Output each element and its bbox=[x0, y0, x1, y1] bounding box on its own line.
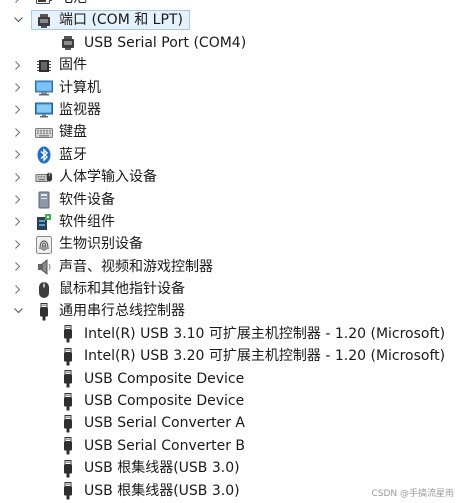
tree-category-item[interactable]: 端口 (COM 和 LPT) bbox=[0, 9, 458, 31]
usb-plug-icon bbox=[59, 325, 77, 343]
usb-plug-icon bbox=[59, 459, 77, 478]
hid-icon bbox=[35, 169, 53, 186]
fingerprint-icon bbox=[35, 235, 53, 254]
chevron-right-icon[interactable] bbox=[11, 166, 25, 188]
port-icon bbox=[35, 12, 53, 29]
tree-item-label: USB Serial Converter A bbox=[84, 415, 246, 432]
monitor-icon bbox=[35, 102, 53, 119]
chevron-right-icon[interactable] bbox=[11, 144, 25, 166]
tree-item-label: 软件设备 bbox=[59, 191, 115, 208]
tree-item-label: USB Composite Device bbox=[84, 370, 245, 387]
tree-item-label: USB 根集线器(USB 3.0) bbox=[84, 482, 240, 499]
tree-item-label: 固件 bbox=[59, 57, 87, 74]
tree-item-label: 声音、视频和游戏控制器 bbox=[59, 258, 213, 275]
tree-item-label: USB 根集线器(USB 3.0) bbox=[84, 460, 240, 477]
usb-plug-icon bbox=[59, 414, 77, 433]
tree-category-item[interactable]: 软件设备 bbox=[0, 189, 458, 211]
usb-plug-icon bbox=[59, 347, 77, 366]
device-tree: 电池端口 (COM 和 LPT) USB Serial Port (COM4) 固件… bbox=[0, 0, 458, 502]
tree-item-label: 端口 (COM 和 LPT) bbox=[59, 12, 183, 29]
tree-item-label: USB Serial Converter B bbox=[84, 437, 246, 454]
chevron-right-icon[interactable] bbox=[11, 77, 25, 99]
usb-plug-icon bbox=[35, 302, 53, 321]
tree-category-item[interactable]: 人体学输入设备 bbox=[0, 166, 458, 188]
tree-category-item[interactable]: 监视器 bbox=[0, 99, 458, 121]
tree-category-item[interactable]: 电池 bbox=[0, 0, 458, 9]
tree-item-label: 监视器 bbox=[59, 101, 101, 118]
tree-item-label: Intel(R) USB 3.10 可扩展主机控制器 - 1.20 (Micro… bbox=[84, 325, 446, 342]
tree-item-label: Intel(R) USB 3.20 可扩展主机控制器 - 1.20 (Micro… bbox=[84, 348, 446, 365]
software-device-icon bbox=[35, 191, 53, 209]
tree-item-label: 计算机 bbox=[59, 79, 101, 96]
tree-item-label: 通用串行总线控制器 bbox=[59, 303, 185, 320]
tree-category-item[interactable]: 鼠标和其他指针设备 bbox=[0, 278, 458, 300]
tree-category-item[interactable]: 固件 bbox=[0, 54, 458, 76]
tree-child-item[interactable]: USB Serial Converter A bbox=[0, 412, 458, 434]
tree-item-label: 人体学输入设备 bbox=[59, 169, 157, 186]
tree-item-label: 生物识别设备 bbox=[59, 236, 143, 253]
chevron-right-icon[interactable] bbox=[11, 121, 25, 143]
chevron-right-icon[interactable] bbox=[11, 278, 25, 300]
battery-icon bbox=[35, 0, 53, 7]
tree-item-label: 鼠标和其他指针设备 bbox=[59, 281, 185, 298]
port-icon bbox=[59, 35, 77, 52]
chevron-right-icon[interactable] bbox=[11, 0, 25, 9]
keyboard-icon bbox=[35, 124, 53, 141]
tree-category-item[interactable]: 软件组件 bbox=[0, 211, 458, 233]
usb-plug-icon bbox=[59, 482, 77, 500]
firmware-chip-icon bbox=[35, 57, 53, 74]
tree-child-item[interactable]: USB 根集线器(USB 3.0) bbox=[0, 457, 458, 479]
tree-category-item[interactable]: 键盘 bbox=[0, 121, 458, 143]
tree-item-label: 电池 bbox=[59, 0, 87, 9]
tree-category-item[interactable]: 蓝牙 bbox=[0, 144, 458, 166]
tree-category-item[interactable]: 通用串行总线控制器 bbox=[0, 300, 458, 322]
usb-plug-icon bbox=[59, 437, 77, 455]
mouse-icon bbox=[35, 281, 53, 298]
tree-item-label: 蓝牙 bbox=[59, 146, 87, 163]
tree-child-item[interactable]: USB Serial Converter B bbox=[0, 435, 458, 457]
tree-category-item[interactable]: 声音、视频和游戏控制器 bbox=[0, 256, 458, 278]
tree-category-item[interactable]: 计算机 bbox=[0, 77, 458, 99]
watermark: CSDN @手搞流星雨 bbox=[371, 489, 454, 499]
tree-item-label: USB Serial Port (COM4) bbox=[84, 34, 247, 51]
tree-child-item[interactable]: Intel(R) USB 3.10 可扩展主机控制器 - 1.20 (Micro… bbox=[0, 323, 458, 345]
computer-icon bbox=[35, 80, 53, 97]
software-component-icon bbox=[35, 214, 53, 231]
tree-item-label: 软件组件 bbox=[59, 213, 115, 230]
usb-plug-icon bbox=[59, 392, 77, 411]
usb-plug-icon bbox=[59, 370, 77, 388]
tree-child-item[interactable]: USB Composite Device bbox=[0, 390, 458, 412]
chevron-right-icon[interactable] bbox=[11, 54, 25, 76]
chevron-right-icon[interactable] bbox=[11, 99, 25, 121]
tree-child-item[interactable]: USB Serial Port (COM4) bbox=[0, 32, 458, 54]
tree-child-item[interactable]: Intel(R) USB 3.20 可扩展主机控制器 - 1.20 (Micro… bbox=[0, 345, 458, 367]
chevron-right-icon[interactable] bbox=[11, 189, 25, 211]
tree-item-label: 键盘 bbox=[59, 124, 87, 141]
chevron-down-icon[interactable] bbox=[11, 9, 25, 31]
tree-item-label: USB Composite Device bbox=[84, 393, 245, 410]
chevron-down-icon[interactable] bbox=[11, 300, 25, 322]
bluetooth-icon bbox=[35, 146, 53, 164]
chevron-right-icon[interactable] bbox=[11, 211, 25, 233]
tree-category-item[interactable]: 生物识别设备 bbox=[0, 233, 458, 255]
speaker-icon bbox=[35, 259, 53, 276]
tree-child-item[interactable]: USB Composite Device bbox=[0, 368, 458, 390]
chevron-right-icon[interactable] bbox=[11, 233, 25, 255]
chevron-right-icon[interactable] bbox=[11, 256, 25, 278]
